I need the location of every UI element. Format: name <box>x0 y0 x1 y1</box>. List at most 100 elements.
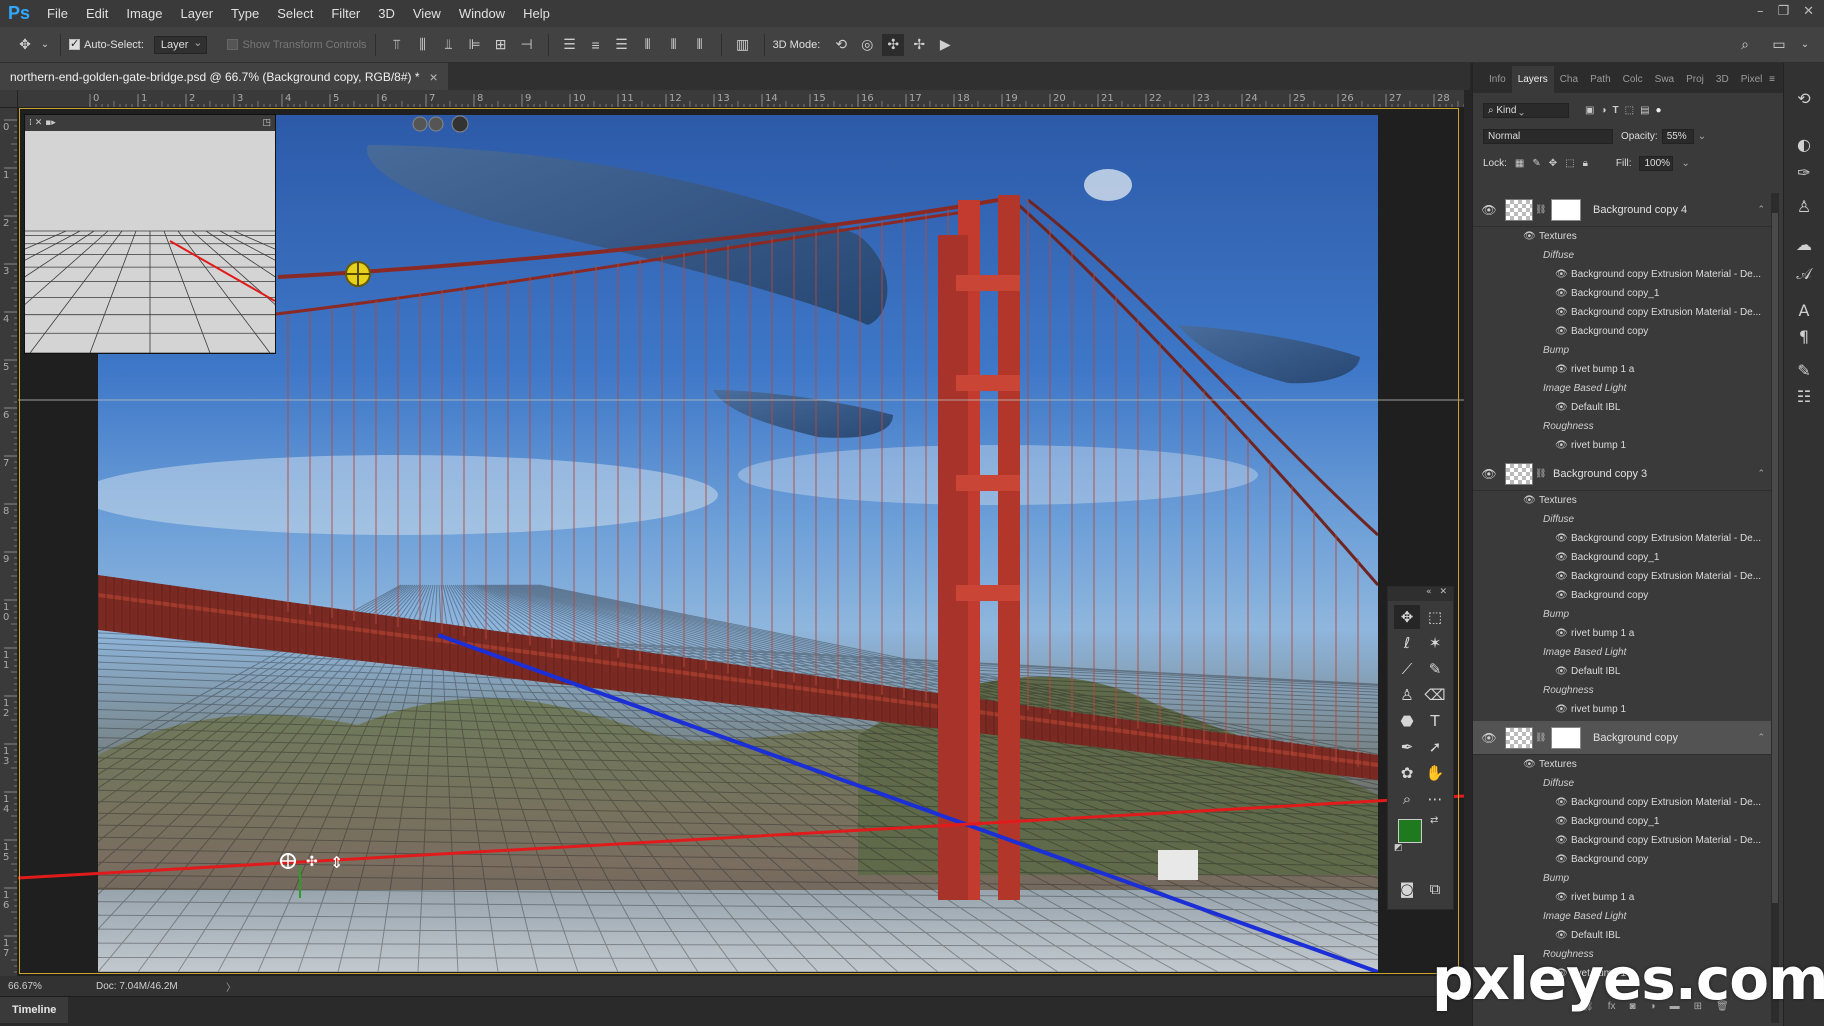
magic-wand-tool-icon[interactable]: ✶ <box>1422 631 1448 655</box>
light-widget-icon[interactable] <box>345 261 371 287</box>
visibility-eye-icon[interactable]: 👁︎ <box>1555 402 1571 413</box>
type-tool-icon[interactable]: T <box>1422 709 1448 733</box>
marquee-tool-icon[interactable]: ⬚ <box>1422 605 1448 629</box>
auto-align-icon[interactable]: ▥ <box>732 34 754 56</box>
auto-select-checkbox[interactable] <box>69 37 80 50</box>
clone-source-icon[interactable]: ♙ <box>1793 195 1815 217</box>
tab-paths[interactable]: Path <box>1584 74 1617 93</box>
texture-item[interactable]: 👁︎ Background copy_1 <box>1473 812 1773 831</box>
visibility-eye-icon[interactable]: 👁︎ <box>1555 269 1571 280</box>
brush-tool-icon[interactable]: ✎ <box>1422 657 1448 681</box>
menu-type[interactable]: Type <box>222 6 268 21</box>
quick-mask-icon[interactable]: ◙ <box>1394 877 1420 901</box>
texture-item[interactable]: 👁︎ Background copy Extrusion Material - D… <box>1473 529 1773 548</box>
3d-tool-icon[interactable]: ✿ <box>1394 761 1420 785</box>
menu-filter[interactable]: Filter <box>322 6 369 21</box>
scrollbar-thumb[interactable] <box>1772 213 1778 903</box>
pen-tool-icon[interactable]: ✒ <box>1394 735 1420 759</box>
filter-shape-icon[interactable]: ⬚ <box>1625 105 1634 116</box>
roll-3d-icon[interactable]: ◎ <box>856 34 878 56</box>
tool-preset-chevron-icon[interactable]: ⌄ <box>40 34 50 56</box>
visibility-eye-icon[interactable]: 👁︎ <box>1555 892 1571 903</box>
screen-mode-icon[interactable]: ⧉ <box>1422 877 1448 901</box>
fill-chevron-icon[interactable]: ⌄ <box>1681 158 1689 169</box>
visibility-eye-icon[interactable]: 👁︎ <box>1555 364 1571 375</box>
visibility-eye-icon[interactable]: 👁︎ <box>1555 666 1571 677</box>
texture-item[interactable]: 👁︎ Background copy Extrusion Material - D… <box>1473 303 1773 322</box>
visibility-eye-icon[interactable]: 👁︎ <box>1555 533 1571 544</box>
libraries-icon[interactable]: ☁ <box>1793 233 1815 255</box>
layer-name[interactable]: Background copy 4 <box>1593 204 1687 216</box>
tab-color[interactable]: Colc <box>1617 74 1649 93</box>
filter-toggle-icon[interactable]: ● <box>1656 105 1662 116</box>
menu-layer[interactable]: Layer <box>172 6 223 21</box>
layer-row[interactable]: 👁︎ ⛓ Background copy 3 ⌃ <box>1473 457 1773 491</box>
tab-layers[interactable]: Layers <box>1511 66 1554 93</box>
distribute-top-icon[interactable]: ☰ <box>559 34 581 56</box>
visibility-eye-icon[interactable]: 👁︎ <box>1555 854 1571 865</box>
texture-item[interactable]: 👁︎ rivet bump 1 <box>1473 700 1773 719</box>
visibility-eye-icon[interactable]: 👁︎ <box>1555 797 1571 808</box>
texture-item[interactable]: 👁︎ Background copy <box>1473 586 1773 605</box>
texture-item[interactable]: 👁︎ rivet bump 1 <box>1473 436 1773 455</box>
close-icon[interactable]: ✕ <box>1439 587 1447 601</box>
align-right-icon[interactable]: ⊣ <box>516 34 538 56</box>
collapse-chevron-icon[interactable]: ⌃ <box>1757 468 1765 479</box>
axis-widget[interactable]: ✣ ⇕ <box>280 853 343 898</box>
secondary-view-panel[interactable]: ⁞ ✕ ▪▸ ◳ <box>18 114 511 354</box>
zoom-tool-icon[interactable]: ⌕ <box>1394 787 1420 811</box>
filter-type-icon[interactable]: T <box>1613 105 1619 116</box>
visibility-eye-icon[interactable]: 👁︎ <box>1555 628 1571 639</box>
zoom-level[interactable]: 66.67% <box>8 981 96 992</box>
visibility-eye-icon[interactable]: 👁︎ <box>1555 552 1571 563</box>
default-colors-icon[interactable]: ◩ <box>1394 843 1403 853</box>
visibility-eye-icon[interactable]: 👁︎ <box>1523 231 1539 242</box>
visibility-eye-icon[interactable]: 👁︎ <box>1555 307 1571 318</box>
texture-item[interactable]: 👁︎ Default IBL <box>1473 662 1773 681</box>
visibility-eye-icon[interactable]: 👁︎ <box>1555 440 1571 451</box>
status-menu-arrow[interactable]: 〉 <box>226 979 236 994</box>
tab-channels[interactable]: Cha <box>1554 74 1584 93</box>
menu-window[interactable]: Window <box>450 6 514 21</box>
texture-item[interactable]: 👁︎ Background copy Extrusion Material - D… <box>1473 793 1773 812</box>
paths-icon[interactable]: ✑ <box>1793 161 1815 183</box>
visibility-eye-icon[interactable]: 👁︎ <box>1555 590 1571 601</box>
visibility-eye-icon[interactable]: 👁︎ <box>1523 759 1539 770</box>
blend-mode-dropdown[interactable]: Normal <box>1483 129 1613 144</box>
visibility-eye-icon[interactable]: 👁︎ <box>1523 495 1539 506</box>
menu-3d[interactable]: 3D <box>369 6 404 21</box>
visibility-eye-icon[interactable]: 👁︎ <box>1555 930 1571 941</box>
paragraph-icon[interactable]: ¶ <box>1793 325 1815 347</box>
texture-item[interactable]: 👁︎ Background copy Extrusion Material - D… <box>1473 567 1773 586</box>
layer-name[interactable]: Background copy 3 <box>1553 468 1647 480</box>
texture-item[interactable]: 👁︎ Background copy <box>1473 850 1773 869</box>
align-hcenter-icon[interactable]: ⊞ <box>490 34 512 56</box>
layer-row[interactable]: 👁︎ ⛓ Background copy ⌃ <box>1473 721 1773 755</box>
texture-item[interactable]: 👁︎ rivet bump 1 a <box>1473 888 1773 907</box>
brush-presets-icon[interactable]: ✎ <box>1793 359 1815 381</box>
workspace-chevron-icon[interactable]: ⌄ <box>1794 34 1816 56</box>
lock-image-icon[interactable]: ✎ <box>1532 158 1540 169</box>
visibility-eye-icon[interactable]: 👁︎ <box>1473 731 1505 745</box>
align-left-icon[interactable]: ⊫ <box>464 34 486 56</box>
orbit-3d-icon[interactable]: ⟲ <box>830 34 852 56</box>
layer-name[interactable]: Background copy <box>1593 732 1678 744</box>
eyedropper-tool-icon[interactable]: ⟋ <box>1394 657 1420 681</box>
timeline-tab[interactable]: Timeline <box>0 997 69 1023</box>
search-icon[interactable]: ⌕ <box>1734 34 1756 56</box>
texture-item[interactable]: 👁︎ rivet bump 1 a <box>1473 360 1773 379</box>
visibility-eye-icon[interactable]: 👁︎ <box>1473 203 1505 217</box>
collapse-chevron-icon[interactable]: ⌃ <box>1757 732 1765 743</box>
texture-item[interactable]: 👁︎ rivet bump 1 a <box>1473 624 1773 643</box>
stamp-tool-icon[interactable]: ♙ <box>1394 683 1420 707</box>
texture-item[interactable]: 👁︎ Background copy Extrusion Material - D… <box>1473 831 1773 850</box>
expand-icon[interactable]: ◳ <box>262 118 271 128</box>
fill-input[interactable]: 100% <box>1639 156 1674 171</box>
visibility-eye-icon[interactable]: 👁︎ <box>1555 571 1571 582</box>
layer-row[interactable]: 👁︎ ⛓ Background copy 4 ⌃ <box>1473 193 1773 227</box>
align-top-icon[interactable]: ⫪ <box>386 34 408 56</box>
texture-item[interactable]: 👁︎ Background copy Extrusion Material - D… <box>1473 265 1773 284</box>
lasso-tool-icon[interactable]: ℓ <box>1394 631 1420 655</box>
minimize-button[interactable]: – <box>1757 4 1764 19</box>
visibility-eye-icon[interactable]: 👁︎ <box>1555 326 1571 337</box>
